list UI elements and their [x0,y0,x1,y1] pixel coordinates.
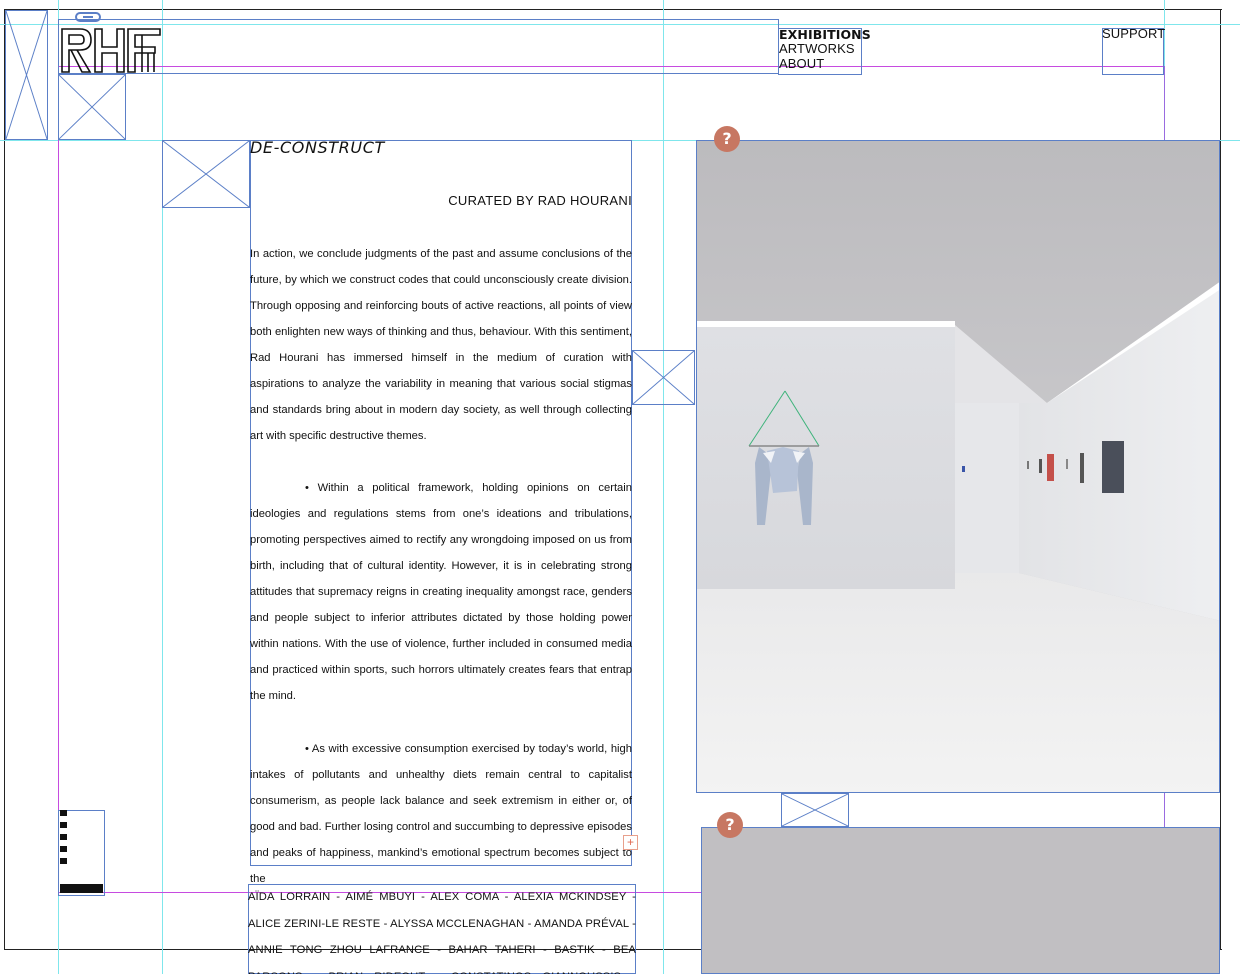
gallery-image[interactable] [696,140,1220,793]
scroll-indicator[interactable] [60,810,67,872]
help-icon[interactable]: ? [714,126,740,152]
text-overflow-icon[interactable]: + [623,835,638,850]
title-image-placeholder [162,140,250,208]
page-frame-right [1220,9,1221,949]
scroll-bar[interactable] [60,884,103,893]
caption-image-placeholder [781,793,849,827]
nav-about[interactable]: ABOUT [779,56,824,71]
point-paragraph: • Within a political framework, holding … [250,482,632,702]
exhibition-title: DE-CONSTRUCT [250,138,385,157]
help-icon[interactable]: ? [717,812,743,838]
intro-paragraph: In action, we conclude judgments of the … [250,248,632,442]
logo-image-placeholder [58,74,126,140]
header-frame [58,19,779,74]
logo[interactable] [60,26,162,74]
second-gallery-image[interactable] [701,827,1220,974]
artists-list: AÏDA LORRAIN - AIMÉ MBUYI - ALEX COMA - … [248,891,636,974]
gallery-thumb-placeholder [632,350,695,405]
point-paragraph: • As with excessive consumption exercise… [250,743,632,885]
left-image-placeholder [5,10,48,140]
curator-credit: CURATED BY RAD HOURANI [448,193,632,208]
nav-artworks[interactable]: ARTWORKS [779,41,855,56]
nav-support[interactable]: SUPPORT [1102,26,1165,41]
link-icon [75,12,101,22]
nav-exhibitions[interactable]: EXHIBITIONS [779,27,871,42]
